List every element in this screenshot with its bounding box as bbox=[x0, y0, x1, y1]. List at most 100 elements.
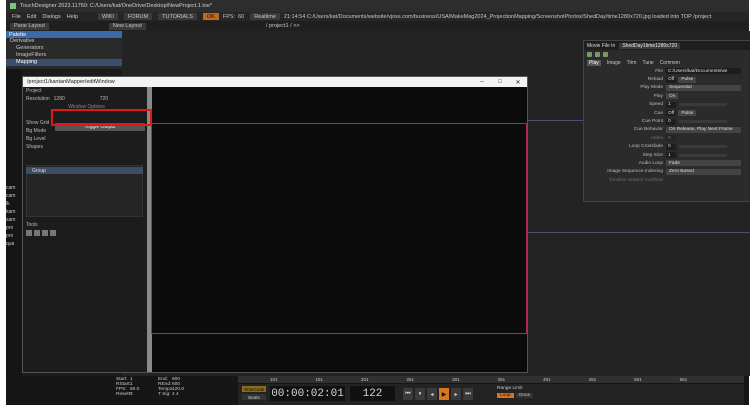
pane-toolbar: Pane Layout New Layout / project1 / >> bbox=[6, 21, 749, 31]
ruler-tick: 401 bbox=[543, 377, 551, 382]
menu-file[interactable]: File bbox=[12, 14, 21, 20]
menu-dialogs[interactable]: Dialogs bbox=[42, 14, 60, 20]
param-label: Step Size bbox=[642, 152, 663, 158]
warning-badge[interactable]: OK bbox=[202, 13, 219, 20]
play-icon[interactable]: ▶ bbox=[439, 388, 449, 400]
param-label: Loop Crossfade bbox=[629, 144, 663, 150]
list-item[interactable]: pro bbox=[6, 225, 22, 233]
palette-item-imagefilters[interactable]: ImageFilters bbox=[6, 52, 122, 59]
image-seq-indexing-select[interactable]: Zero Based bbox=[666, 168, 741, 175]
timeline-info: Start: 1 End: 600 RStart: 1 REnd: 600 FPS: 60.0… bbox=[116, 377, 226, 397]
help-icon[interactable] bbox=[595, 52, 600, 57]
speed-slider[interactable] bbox=[679, 103, 727, 107]
cue-point-slider[interactable] bbox=[679, 120, 727, 124]
tab-image[interactable]: Image bbox=[607, 60, 621, 66]
fast-forward-icon[interactable]: ⏭ bbox=[463, 388, 473, 400]
step-size-slider[interactable] bbox=[679, 153, 727, 157]
param-play: Play On bbox=[584, 92, 750, 100]
reload-toggle[interactable]: Off bbox=[666, 76, 677, 83]
cue-toggle[interactable]: Off bbox=[666, 110, 677, 117]
list-item[interactable]: qua bbox=[6, 241, 22, 249]
tsig-value[interactable]: 4 4 bbox=[172, 392, 179, 397]
window-title: TouchDesigner 2023.11760: C:/Users/kat/O… bbox=[20, 3, 213, 9]
minimize-icon[interactable]: – bbox=[473, 79, 491, 86]
close-icon[interactable]: ✕ bbox=[509, 79, 527, 86]
play-toggle[interactable]: On bbox=[666, 93, 679, 100]
file-field[interactable]: C:/Users/kat/Documents/we bbox=[666, 68, 741, 75]
pane-layout-button[interactable]: Pane Layout bbox=[10, 22, 49, 30]
step-forward-icon[interactable]: ▸ bbox=[451, 388, 461, 400]
loop-crossfade-field[interactable]: 0 bbox=[666, 143, 676, 150]
kantan-params-panel: Project Resolution 1280 720 Window Optio… bbox=[23, 87, 147, 372]
ruler-tick: 351 bbox=[497, 377, 506, 382]
resetf-value[interactable]: 1 bbox=[130, 392, 158, 397]
rewind-icon[interactable]: ⏮ bbox=[403, 388, 413, 400]
timecode-button[interactable]: TimeCode bbox=[242, 386, 266, 392]
audio-loop-select[interactable]: Fade bbox=[666, 160, 741, 167]
list-item[interactable]: lk bbox=[6, 201, 22, 209]
resolution-height[interactable]: 720 bbox=[100, 96, 108, 102]
list-item[interactable]: cam bbox=[6, 193, 22, 201]
once-button[interactable]: Once bbox=[515, 393, 534, 398]
list-item[interactable]: sam bbox=[6, 217, 22, 225]
list-item[interactable]: pro bbox=[6, 233, 22, 241]
param-cue-point: Cue Point 0 bbox=[584, 117, 750, 125]
tutorials-button[interactable]: TUTORIALS bbox=[158, 13, 197, 20]
pointer-tool-icon[interactable] bbox=[26, 230, 32, 236]
index-field[interactable]: 0 bbox=[666, 135, 676, 142]
param-file: File C:/Users/kat/Documents/we bbox=[584, 67, 750, 75]
tab-tune[interactable]: Tune bbox=[642, 60, 653, 66]
palette-item-derivative[interactable]: Derivative bbox=[6, 38, 122, 45]
step-size-field[interactable]: 1 bbox=[666, 152, 676, 159]
speed-field[interactable]: 1 bbox=[666, 101, 676, 108]
menu-edit[interactable]: Edit bbox=[27, 14, 36, 20]
resetf-label: ResetF: bbox=[116, 392, 133, 397]
rect-tool-icon[interactable] bbox=[42, 230, 48, 236]
tab-trim[interactable]: Trim bbox=[627, 60, 637, 66]
info-icon[interactable] bbox=[603, 52, 608, 57]
param-label: Cue bbox=[654, 110, 663, 116]
circle-tool-icon[interactable] bbox=[50, 230, 56, 236]
range-limit-label: Range Limit bbox=[497, 386, 523, 391]
menu-help[interactable]: Help bbox=[67, 14, 78, 20]
quad-tool-icon[interactable] bbox=[34, 230, 40, 236]
param-index: Index 0 bbox=[584, 134, 750, 142]
new-layout-button[interactable]: New Layout bbox=[108, 22, 146, 30]
loop-button[interactable]: Loop bbox=[497, 393, 514, 398]
frame-display[interactable]: 122 bbox=[350, 386, 395, 401]
timecode-display[interactable]: 00:00:02:01 bbox=[270, 386, 345, 401]
resolution-width[interactable]: 1280 bbox=[54, 96, 65, 102]
cue-point-field[interactable]: 0 bbox=[666, 118, 676, 125]
shape-group-item[interactable]: Group bbox=[26, 167, 143, 174]
pause-icon[interactable]: ⏸ bbox=[415, 388, 425, 400]
cue-behavior-select[interactable]: On Release, Play Next Frame bbox=[666, 126, 741, 133]
param-play-mode: Play Mode Sequential bbox=[584, 84, 750, 92]
step-back-icon[interactable]: ◂ bbox=[427, 388, 437, 400]
tab-common[interactable]: Common bbox=[660, 60, 680, 66]
param-timeline-stretch: Timeline Stretch Conflicts bbox=[584, 176, 750, 184]
realtime-toggle[interactable]: Realtime bbox=[250, 13, 280, 20]
wiki-button[interactable]: WIKI bbox=[98, 13, 118, 20]
list-item[interactable]: kam bbox=[6, 209, 22, 217]
palette-item-generators[interactable]: Generators bbox=[6, 45, 122, 52]
bg-level-label: Bg Level bbox=[26, 136, 46, 142]
param-tabs: Play Image Trim Tune Common bbox=[584, 59, 750, 67]
timeline-ruler[interactable]: 101 151 201 251 301 351 401 451 501 551 bbox=[238, 376, 744, 383]
output-stage[interactable] bbox=[151, 123, 527, 334]
beats-button[interactable]: Beats bbox=[242, 394, 266, 400]
edit-window-title: /project1/kantanMapper/editWindow bbox=[27, 79, 115, 85]
maximize-icon[interactable]: □ bbox=[491, 79, 509, 86]
tab-play[interactable]: Play bbox=[587, 60, 601, 66]
forum-button[interactable]: FORUM bbox=[123, 13, 153, 20]
play-mode-select[interactable]: Sequential bbox=[666, 84, 741, 91]
touchdesigner-app: TouchDesigner 2023.11760: C:/Users/kat/O… bbox=[6, 0, 750, 405]
cue-pulse[interactable]: Pulse bbox=[678, 110, 697, 117]
list-item[interactable]: cam bbox=[6, 185, 22, 193]
app-logo-icon bbox=[10, 3, 16, 9]
reload-pulse[interactable]: Pulse bbox=[678, 76, 697, 83]
op-name[interactable]: ShedDay1time1280x720 bbox=[619, 42, 681, 49]
palette-item-mapping[interactable]: Mapping bbox=[6, 59, 122, 66]
network-path[interactable]: / project1 / >> bbox=[266, 23, 300, 29]
loop-crossfade-slider[interactable] bbox=[679, 145, 727, 149]
op-type-icon[interactable] bbox=[587, 52, 592, 57]
